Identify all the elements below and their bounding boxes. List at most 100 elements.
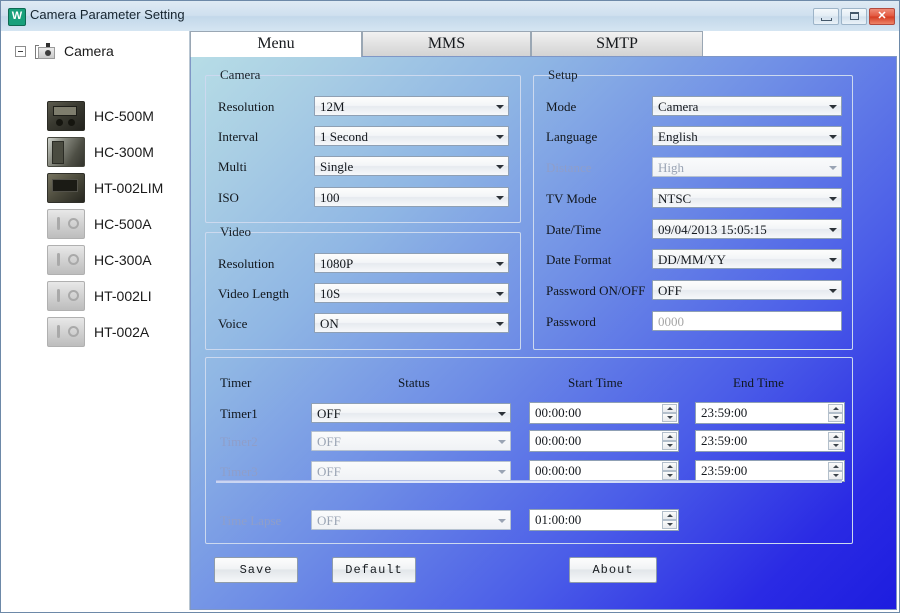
close-button[interactable]: ✕ (869, 8, 895, 25)
spinner-down-icon (662, 520, 677, 529)
video-length-label: Video Length (218, 286, 290, 301)
timer-column-header: Timer (220, 375, 252, 390)
tab-smtp[interactable]: SMTP (531, 31, 703, 56)
setup-date-time-combo[interactable]: 09/04/2013 15:05:15 (652, 219, 842, 239)
video-voice-value: ON (320, 316, 339, 331)
video-voice-combo[interactable]: ON (314, 313, 509, 333)
timer1-status-combo[interactable]: OFF (311, 403, 511, 423)
sidebar-item-label: HC-300A (94, 252, 152, 268)
video-length-combo[interactable]: 10S (314, 283, 509, 303)
spinner-up-icon[interactable] (828, 404, 843, 413)
chevron-down-icon (829, 228, 837, 232)
setup-date-time-label: Date/Time (546, 222, 602, 237)
timer-divider (216, 480, 842, 483)
default-button[interactable]: Default (332, 557, 416, 583)
sidebar-item-hc-500a[interactable]: HC-500A (47, 205, 152, 243)
minimize-button[interactable] (813, 8, 839, 25)
camera-parameter-setting-window: W Camera Parameter Setting ✕ Camera HC-5… (0, 0, 900, 613)
minimize-icon (821, 18, 832, 21)
setup-distance-combo: High (652, 157, 842, 177)
tab-menu[interactable]: Menu (190, 31, 362, 57)
camera-iso-value: 100 (320, 190, 340, 205)
video-group-title: Video (220, 224, 251, 239)
device-tree-sidebar: Camera HC-500M HC-300M HT-002LIM HC-500A… (3, 31, 190, 610)
spinner-buttons (662, 511, 677, 529)
setup-mode-value: Camera (658, 99, 699, 114)
close-icon: ✕ (877, 10, 887, 22)
maximize-button[interactable] (841, 8, 867, 25)
camera-thumb-icon (47, 101, 85, 131)
timer2-end-time-spinner: 23:59:00 (695, 430, 845, 452)
timer1-start-time-spinner[interactable]: 00:00:00 (529, 402, 679, 424)
title-bar: W Camera Parameter Setting ✕ (1, 1, 899, 32)
camera-thumb-icon (47, 137, 85, 167)
sidebar-item-ht-002lim[interactable]: HT-002LIM (47, 169, 163, 207)
timer2-start-time-value: 00:00:00 (535, 433, 582, 448)
setup-tv-mode-value: NTSC (658, 191, 692, 206)
sidebar-item-label: HC-500M (94, 108, 154, 124)
camera-interval-combo[interactable]: 1 Second (314, 126, 509, 146)
sidebar-item-label: HC-500A (94, 216, 152, 232)
spinner-buttons[interactable] (828, 404, 843, 422)
spinner-buttons (662, 462, 677, 480)
collapse-minus-icon[interactable] (15, 45, 26, 57)
sidebar-item-ht-002a[interactable]: HT-002A (47, 313, 149, 351)
chevron-down-icon (496, 105, 504, 109)
chevron-down-icon (829, 135, 837, 139)
setup-mode-label: Mode (546, 99, 577, 114)
sidebar-item-ht-002li[interactable]: HT-002LI (47, 277, 152, 315)
setup-language-value: English (658, 129, 698, 144)
chevron-down-icon (498, 412, 506, 416)
timer1-end-time-spinner[interactable]: 23:59:00 (695, 402, 845, 424)
setup-password-onoff-label: Password ON/OFF (546, 283, 646, 298)
video-resolution-label: Resolution (218, 256, 275, 271)
setup-password-label: Password (546, 314, 596, 329)
sidebar-item-hc-500m[interactable]: HC-500M (47, 97, 154, 135)
setup-password-onoff-value: OFF (658, 283, 682, 298)
spinner-buttons[interactable] (662, 404, 677, 422)
chevron-down-icon (496, 262, 504, 266)
setup-distance-value: High (658, 160, 684, 175)
camera-interval-value: 1 Second (320, 129, 369, 144)
spinner-up-icon[interactable] (662, 404, 677, 413)
chevron-down-icon (829, 258, 837, 262)
tab-mms[interactable]: MMS (362, 31, 531, 56)
about-button[interactable]: About (569, 557, 657, 583)
spinner-down-icon[interactable] (828, 413, 843, 422)
camera-iso-label: ISO (218, 190, 239, 205)
tab-strip: Menu MMS SMTP (190, 31, 899, 57)
time-lapse-status-value: OFF (317, 513, 341, 528)
setup-tv-mode-combo[interactable]: NTSC (652, 188, 842, 208)
timer3-end-time-value: 23:59:00 (701, 463, 748, 478)
setup-password-onoff-combo[interactable]: OFF (652, 280, 842, 300)
tree-root-camera[interactable]: Camera (15, 39, 114, 63)
save-button[interactable]: Save (214, 557, 298, 583)
chevron-down-icon (496, 292, 504, 296)
video-group: Video Resolution 1080P Video Length 10S … (205, 224, 521, 350)
camera-multi-combo[interactable]: Single (314, 156, 509, 176)
camera-group-title: Camera (220, 67, 261, 82)
spinner-down-icon[interactable] (662, 413, 677, 422)
timer2-label: Timer2 (220, 434, 258, 449)
video-resolution-combo[interactable]: 1080P (314, 253, 509, 273)
sidebar-item-hc-300m[interactable]: HC-300M (47, 133, 154, 171)
chevron-down-icon (829, 289, 837, 293)
camera-resolution-combo[interactable]: 12M (314, 96, 509, 116)
timer2-start-time-spinner: 00:00:00 (529, 430, 679, 452)
setup-password-input[interactable]: 0000 (652, 311, 842, 331)
time-lapse-label: Time Lapse (220, 513, 282, 528)
sidebar-item-hc-300a[interactable]: HC-300A (47, 241, 152, 279)
setup-language-combo[interactable]: English (652, 126, 842, 146)
spinner-buttons (828, 462, 843, 480)
chevron-down-icon (829, 197, 837, 201)
client-area: Camera HC-500M HC-300M HT-002LIM HC-500A… (1, 31, 899, 612)
content-area: Menu MMS SMTP Camera Resolution 12M Inte… (190, 31, 897, 610)
setup-mode-combo[interactable]: Camera (652, 96, 842, 116)
setup-date-format-label: Date Format (546, 252, 612, 267)
sidebar-item-label: HT-002LIM (94, 180, 164, 196)
start-time-column-header: Start Time (568, 375, 623, 390)
setup-date-time-value: 09/04/2013 15:05:15 (658, 222, 767, 237)
setup-distance-label: Distance (546, 160, 592, 175)
setup-date-format-combo[interactable]: DD/MM/YY (652, 249, 842, 269)
camera-iso-combo[interactable]: 100 (314, 187, 509, 207)
